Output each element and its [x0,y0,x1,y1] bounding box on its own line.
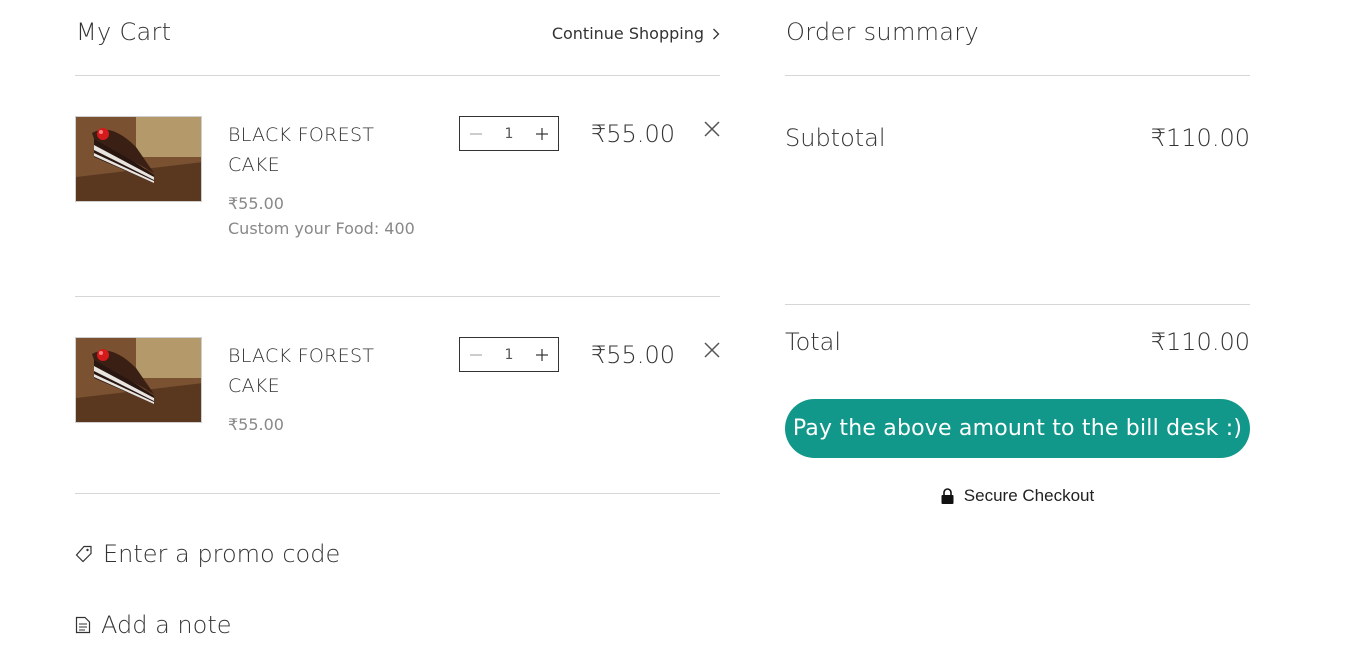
cart-header-divider [75,75,720,76]
decrease-quantity-button[interactable] [468,126,484,142]
quantity-stepper: 1 [459,337,559,372]
total-value: ₹110.00 [1150,328,1250,356]
total-label: Total [785,328,842,356]
summary-total-divider [785,304,1250,305]
plus-icon [535,127,548,140]
cake-image [76,117,201,201]
cart-item: BLACK FOREST CAKE ₹55.00 Custom your Foo… [75,116,720,296]
quantity-value[interactable]: 1 [505,347,514,363]
secure-checkout: Secure Checkout [785,486,1250,506]
secure-checkout-label: Secure Checkout [963,486,1095,505]
cart-title: My Cart [76,18,172,46]
add-note-label: Add a note [101,611,232,639]
subtotal-value: ₹110.00 [1150,124,1250,152]
line-total: ₹55.00 [591,120,675,148]
product-name[interactable]: BLACK FOREST CAKE [228,120,428,180]
quantity-stepper: 1 [459,116,559,151]
chevron-right-icon [713,28,720,39]
product-unit-price: ₹55.00 [228,194,284,213]
lock-icon [941,488,954,504]
product-image[interactable] [75,337,202,423]
close-icon[interactable] [703,341,721,359]
promo-code-link[interactable]: Enter a promo code [75,540,340,568]
plus-icon [535,348,548,361]
note-icon [75,616,91,634]
product-name[interactable]: BLACK FOREST CAKE [228,341,428,401]
product-custom-note: Custom your Food: 400 [228,219,415,238]
summary-header-divider [785,75,1250,76]
pay-button[interactable]: Pay the above amount to the bill desk :) [785,399,1250,458]
line-total: ₹55.00 [591,341,675,369]
product-image[interactable] [75,116,202,202]
item-divider [75,296,720,297]
quantity-value[interactable]: 1 [505,126,514,142]
cart-item: BLACK FOREST CAKE ₹55.00 1 ₹55.00 [75,337,720,517]
promo-code-label: Enter a promo code [103,540,341,568]
increase-quantity-button[interactable] [534,126,550,142]
increase-quantity-button[interactable] [534,347,550,363]
cart-footer-divider [75,493,720,494]
cart-header: My Cart Continue Shopping [75,18,720,50]
decrease-quantity-button[interactable] [468,347,484,363]
minus-icon [470,133,482,134]
continue-shopping-link[interactable]: Continue Shopping [552,24,720,43]
total-row: Total ₹110.00 [785,328,1250,356]
cake-image [76,338,201,422]
add-note-link[interactable]: Add a note [75,611,232,639]
close-icon[interactable] [703,120,721,138]
continue-shopping-label: Continue Shopping [551,24,704,43]
tag-icon [75,545,92,563]
product-unit-price: ₹55.00 [228,415,284,434]
subtotal-label: Subtotal [785,124,886,152]
subtotal-row: Subtotal ₹110.00 [785,124,1250,152]
minus-icon [470,354,482,355]
order-summary-title: Order summary [786,18,979,46]
